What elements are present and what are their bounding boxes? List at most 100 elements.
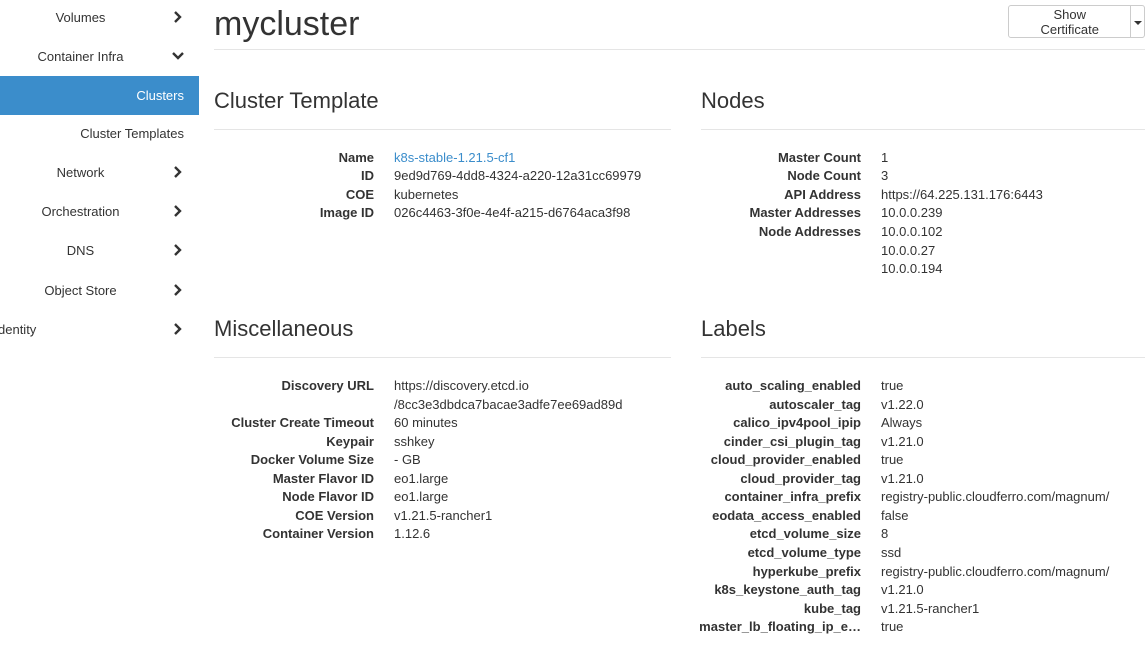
show-certificate-button[interactable]: Show Certificate	[1008, 5, 1132, 38]
detail-value: eo1.large	[394, 471, 449, 486]
detail-row: Name k8s-stable-1.21.5-cf1	[214, 149, 671, 168]
sidebar-item-label: Network	[56, 165, 105, 180]
detail-row: cloud_provider_enabled true	[701, 451, 1145, 470]
detail-row: COE kubernetes	[214, 186, 671, 205]
detail-label: Keypair	[326, 434, 374, 449]
sidebar-item-label: Cluster Templates	[80, 126, 184, 141]
detail-label: Cluster Create Timeout	[231, 415, 374, 430]
detail-row: auto_scaling_enabled true	[701, 377, 1145, 396]
sidebar-item-label: Orchestration	[41, 204, 120, 219]
detail-row: Node Flavor ID eo1.large	[214, 488, 671, 507]
detail-label: container_infra_prefix	[724, 489, 861, 504]
detail-value: kubernetes	[394, 187, 459, 202]
detail-row: Discovery URL https://discovery.etcd.io	[214, 377, 671, 396]
detail-value: v1.21.0	[881, 582, 924, 597]
detail-value: ssd	[881, 545, 902, 560]
section-divider	[214, 129, 671, 130]
sidebar-item-orchestration[interactable]: Orchestration	[0, 192, 199, 231]
detail-value: 9ed9d769-4dd8-4324-a220-12a31cc69979	[394, 168, 642, 183]
detail-value: 10.0.0.194	[881, 261, 943, 276]
detail-value: /8cc3e3dbdca7bacae3adfe7ee69ad89d	[394, 397, 623, 412]
sidebar-item-volumes[interactable]: Volumes	[0, 0, 199, 37]
sidebar-item-cluster-templates[interactable]: Cluster Templates	[0, 114, 199, 153]
detail-value: 60 minutes	[394, 415, 458, 430]
chevron-right-icon	[174, 284, 182, 296]
detail-label: k8s_keystone_auth_tag	[714, 582, 861, 597]
detail-value: v1.22.0	[881, 397, 924, 412]
detail-row: etcd_volume_type ssd	[701, 544, 1145, 563]
detail-label: master_lb_floating_ip_e…	[699, 619, 861, 634]
detail-row: Container Version 1.12.6	[214, 525, 671, 544]
detail-value: sshkey	[394, 434, 435, 449]
detail-value: 10.0.0.102	[881, 224, 943, 239]
detail-value: https://discovery.etcd.io	[394, 378, 529, 393]
cluster-template-heading: Cluster Template	[214, 88, 379, 113]
actions-dropdown-toggle[interactable]	[1131, 5, 1145, 38]
chevron-right-icon	[174, 205, 182, 217]
detail-label: Docker Volume Size	[250, 452, 374, 467]
detail-label: Container Version	[262, 526, 374, 541]
detail-label: COE Version	[295, 508, 374, 523]
detail-label: autoscaler_tag	[769, 397, 861, 412]
detail-row: Master Count 1	[701, 149, 1145, 168]
detail-label: Name	[338, 150, 374, 165]
detail-row: API Address https://64.225.131.176:6443	[701, 186, 1145, 205]
sidebar-item-identity[interactable]: dentity	[0, 310, 199, 349]
sidebar: Volumes Container Infra Clusters Cluster…	[0, 0, 199, 648]
detail-label: Master Flavor ID	[272, 471, 374, 486]
detail-value: true	[881, 452, 904, 467]
detail-row: Node Count 3	[701, 167, 1145, 186]
sidebar-item-dns[interactable]: DNS	[0, 231, 199, 270]
detail-label: Master Addresses	[749, 205, 861, 220]
detail-label: etcd_volume_size	[749, 526, 861, 541]
detail-label: calico_ipv4pool_ipip	[733, 415, 861, 430]
detail-label: Discovery URL	[281, 378, 374, 393]
detail-label: eodata_access_enabled	[712, 508, 861, 523]
detail-row: 10.0.0.194	[701, 260, 1145, 279]
detail-value: v1.21.0	[881, 434, 924, 449]
sidebar-item-container-infra[interactable]: Container Infra	[0, 37, 199, 76]
detail-value: - GB	[394, 452, 421, 467]
detail-row: ID 9ed9d769-4dd8-4324-a220-12a31cc69979	[214, 167, 671, 186]
sidebar-item-label: Container Infra	[37, 49, 124, 64]
template-name-link[interactable]: k8s-stable-1.21.5-cf1	[394, 149, 515, 167]
detail-value: 026c4463-3f0e-4e4f-a215-d6764aca3f98	[394, 205, 631, 220]
detail-value: registry-public.cloudferro.com/magnum/	[881, 564, 1110, 579]
detail-value: https://64.225.131.176:6443	[881, 187, 1043, 202]
chevron-right-icon	[174, 323, 182, 335]
detail-value: 1.12.6	[394, 526, 431, 541]
certificate-actions: Show Certificate	[1008, 5, 1145, 38]
detail-value: Always	[881, 415, 923, 430]
chevron-down-icon	[172, 52, 184, 60]
section-divider	[214, 357, 671, 358]
detail-row: master_lb_floating_ip_e… true	[699, 618, 1145, 637]
detail-row: /8cc3e3dbdca7bacae3adfe7ee69ad89d	[214, 396, 671, 415]
sidebar-item-label: DNS	[66, 243, 95, 258]
sidebar-item-label: Volumes	[55, 10, 106, 25]
page-title: mycluster	[214, 5, 360, 43]
detail-value: v1.21.5-rancher1	[881, 601, 980, 616]
detail-row: cinder_csi_plugin_tag v1.21.0	[701, 433, 1145, 452]
detail-value: true	[881, 378, 904, 393]
section-divider	[701, 129, 1145, 130]
detail-label: cloud_provider_enabled	[710, 452, 861, 467]
detail-label: kube_tag	[803, 601, 861, 616]
sidebar-item-network[interactable]: Network	[0, 153, 199, 192]
detail-row: Master Flavor ID eo1.large	[214, 470, 671, 489]
detail-value: registry-public.cloudferro.com/magnum/	[881, 489, 1110, 504]
detail-value: 8	[881, 526, 889, 541]
detail-row: Master Addresses 10.0.0.239	[701, 204, 1145, 223]
sidebar-item-object-store[interactable]: Object Store	[0, 271, 199, 310]
detail-label: etcd_volume_type	[747, 545, 861, 560]
detail-value: false	[881, 508, 909, 523]
detail-row: Cluster Create Timeout 60 minutes	[214, 414, 671, 433]
detail-value: v1.21.5-rancher1	[394, 508, 493, 523]
detail-label: API Address	[784, 187, 861, 202]
sidebar-item-clusters[interactable]: Clusters	[0, 76, 199, 115]
detail-value: 10.0.0.27	[881, 243, 936, 258]
detail-label: auto_scaling_enabled	[725, 378, 861, 393]
detail-row: cloud_provider_tag v1.21.0	[701, 470, 1145, 489]
detail-label: Image ID	[319, 205, 374, 220]
detail-value: eo1.large	[394, 489, 449, 504]
detail-row: eodata_access_enabled false	[701, 507, 1145, 526]
